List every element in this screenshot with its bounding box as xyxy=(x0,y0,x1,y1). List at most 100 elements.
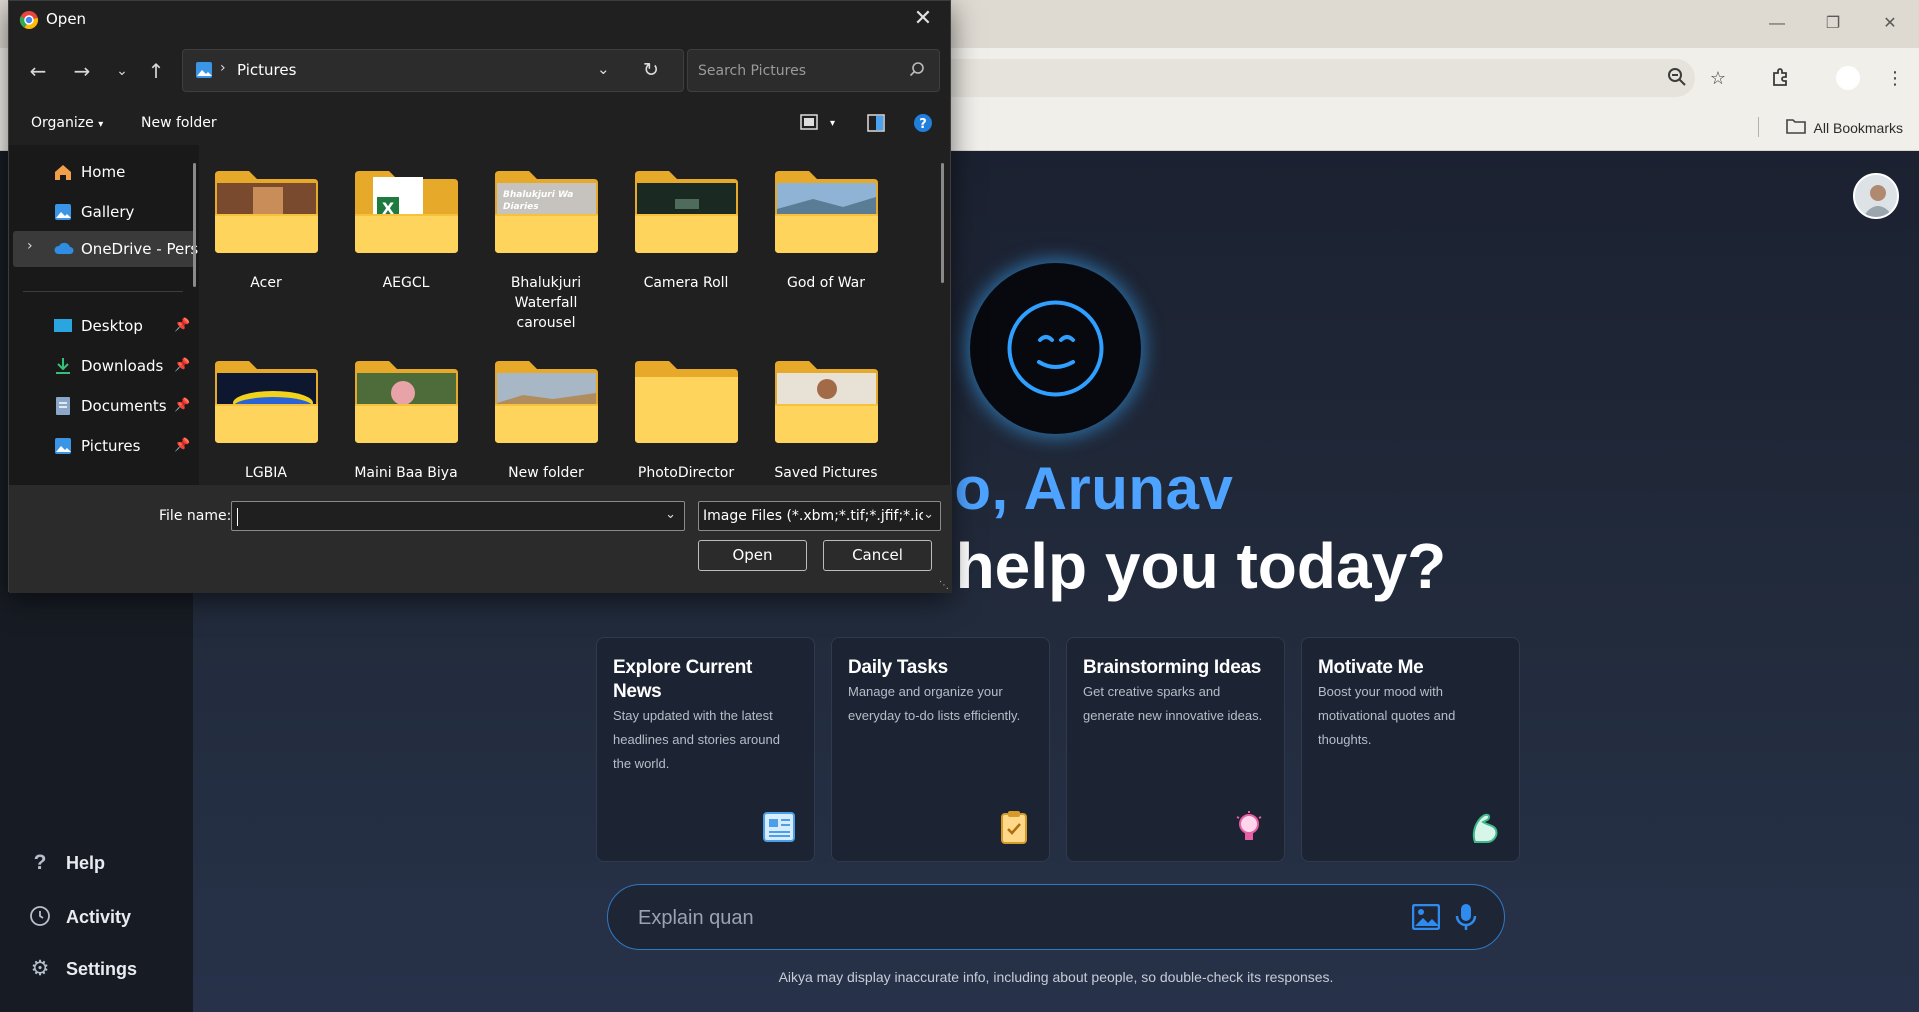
folder-item[interactable]: Saved Pictures xyxy=(766,359,886,483)
new-folder-button[interactable]: New folder xyxy=(141,115,217,131)
folder-icon xyxy=(773,359,880,445)
suggestion-card-motivate[interactable]: Motivate Me Boost your mood with motivat… xyxy=(1301,637,1520,862)
forward-arrow-icon[interactable]: → xyxy=(67,57,97,85)
question-icon: ? xyxy=(33,851,47,874)
chat-input[interactable] xyxy=(638,903,1338,933)
nav-scrollbar[interactable] xyxy=(193,163,196,287)
pictures-folder-icon xyxy=(195,61,213,83)
zoom-out-icon[interactable] xyxy=(1666,67,1688,89)
nav-item-onedrive[interactable]: OneDrive - Perso xyxy=(53,232,199,266)
folder-item[interactable]: Camera Roll xyxy=(626,169,746,293)
address-breadcrumb[interactable]: › Pictures ⌄ ↻ xyxy=(182,49,684,92)
suggestion-card-tasks[interactable]: Daily Tasks Manage and organize your eve… xyxy=(831,637,1050,862)
pin-icon: 📌 xyxy=(174,398,191,413)
open-file-dialog: Open ✕ ← → ⌄ ↑ › Pictures ⌄ ↻ Organize ▾… xyxy=(8,0,952,593)
open-button[interactable]: Open xyxy=(698,540,807,571)
suggestion-card-brainstorm[interactable]: Brainstorming Ideas Get creative sparks … xyxy=(1066,637,1285,862)
expand-chevron-icon[interactable]: › xyxy=(27,238,33,254)
sidebar-item-help[interactable]: ? Help xyxy=(28,851,105,875)
nav-item-gallery[interactable]: Gallery xyxy=(53,195,134,229)
address-bar[interactable] xyxy=(900,59,1695,97)
file-name-label: File name: xyxy=(159,508,232,524)
folder-item[interactable]: Bhalukjuri Wa Diaries Bhalukjuri Waterfall… xyxy=(486,169,606,333)
nav-item-documents[interactable]: Documents xyxy=(53,389,167,423)
svg-text:Bhalukjuri Wa: Bhalukjuri Wa xyxy=(503,190,573,200)
card-description: Stay updated with the latest headlines a… xyxy=(613,708,780,771)
folder-name: God of War xyxy=(787,275,865,291)
bookmarks-separator xyxy=(1758,117,1759,137)
profile-icon[interactable] xyxy=(1836,66,1860,90)
breadcrumb-pictures[interactable]: Pictures xyxy=(237,61,296,79)
disclaimer-text: Aikya may display inaccurate info, inclu… xyxy=(778,969,1334,985)
chat-box xyxy=(607,884,1505,950)
desktop-icon xyxy=(53,316,73,336)
preview-pane-icon[interactable] xyxy=(867,114,885,136)
resize-grip-icon[interactable]: ⋱ xyxy=(939,580,949,591)
folder-item[interactable]: Acer xyxy=(206,169,326,293)
file-name-input[interactable]: ⌄ xyxy=(231,501,685,531)
view-options-icon[interactable] xyxy=(800,114,818,134)
help-icon[interactable]: ? xyxy=(913,113,933,137)
folder-name: Acer xyxy=(250,275,282,291)
folder-item[interactable]: PhotoDirector xyxy=(626,359,746,483)
lightbulb-icon xyxy=(1232,809,1266,845)
nav-item-label: Pictures xyxy=(81,437,141,455)
suggestion-card-news[interactable]: Explore Current News Stay updated with t… xyxy=(596,637,815,862)
address-dropdown-icon[interactable]: ⌄ xyxy=(597,60,610,78)
cancel-button[interactable]: Cancel xyxy=(823,540,932,571)
command-bar: Organize ▾ New folder ▾ ? xyxy=(9,105,952,145)
recent-locations-chevron-icon[interactable]: ⌄ xyxy=(107,57,137,85)
close-icon[interactable]: ✕ xyxy=(908,5,938,33)
folder-icon xyxy=(213,169,320,255)
file-type-chevron-icon: ⌄ xyxy=(923,507,934,522)
assistant-logo xyxy=(970,263,1141,434)
bookmark-star-icon[interactable]: ☆ xyxy=(1707,67,1729,89)
nav-item-label: Gallery xyxy=(81,203,135,221)
window-close-icon[interactable]: ✕ xyxy=(1875,10,1905,38)
file-name-dropdown-icon[interactable]: ⌄ xyxy=(665,507,676,522)
refresh-icon[interactable]: ↻ xyxy=(643,59,659,81)
pictures-icon xyxy=(53,436,73,456)
folder-item[interactable]: New folder xyxy=(486,359,606,483)
download-icon xyxy=(53,356,73,376)
restore-icon[interactable]: ❐ xyxy=(1818,10,1848,38)
organize-button[interactable]: Organize ▾ xyxy=(31,115,103,131)
nav-item-pictures[interactable]: Pictures xyxy=(53,429,140,463)
extensions-icon[interactable] xyxy=(1770,67,1792,89)
up-arrow-icon[interactable]: ↑ xyxy=(141,57,171,85)
nav-item-desktop[interactable]: Desktop xyxy=(53,309,143,343)
all-bookmarks-button[interactable]: All Bookmarks xyxy=(1785,118,1903,137)
all-bookmarks-label: All Bookmarks xyxy=(1813,119,1903,136)
file-type-select[interactable]: Image Files (*.xbm;*.tif;*.jfif;*.icc ⌄ xyxy=(698,501,941,531)
search-input[interactable] xyxy=(698,60,898,82)
folder-name: PhotoDirector xyxy=(637,465,735,481)
pin-icon: 📌 xyxy=(174,438,191,453)
folder-name: LGBIA xyxy=(245,465,287,481)
card-description: Get creative sparks and generate new inn… xyxy=(1083,684,1263,723)
folder-name: Maini Baa Biya xyxy=(354,465,458,481)
document-icon xyxy=(53,396,73,416)
menu-icon[interactable]: ⋮ xyxy=(1884,67,1906,89)
text-cursor xyxy=(237,508,238,526)
microphone-icon[interactable] xyxy=(1455,903,1477,936)
grid-scrollbar[interactable] xyxy=(941,163,944,283)
sidebar-item-activity[interactable]: Activity xyxy=(28,905,131,929)
folder-item[interactable]: LGBIA xyxy=(206,359,326,483)
folder-item[interactable]: God of War xyxy=(766,169,886,293)
user-avatar[interactable] xyxy=(1853,173,1899,219)
image-upload-icon[interactable] xyxy=(1411,903,1441,935)
navigation-pane: Home Gallery › OneDrive - Perso Desktop … xyxy=(9,145,199,485)
folder-item[interactable]: X AEGCL xyxy=(346,169,466,293)
minimize-icon[interactable]: — xyxy=(1762,10,1792,38)
breadcrumb-chevron-icon: › xyxy=(220,60,226,76)
search-icon[interactable] xyxy=(909,61,925,81)
folder-icon: X xyxy=(353,169,460,255)
view-chevron-icon[interactable]: ▾ xyxy=(830,118,835,129)
nav-item-downloads[interactable]: Downloads xyxy=(53,349,163,383)
chrome-logo-icon xyxy=(19,10,39,34)
prompt-heading: l help you today? xyxy=(920,530,1447,602)
back-arrow-icon[interactable]: ← xyxy=(23,57,53,85)
folder-name: Camera Roll xyxy=(643,275,729,291)
nav-item-home[interactable]: Home xyxy=(53,155,125,189)
folder-item[interactable]: Maini Baa Biya xyxy=(346,359,466,483)
